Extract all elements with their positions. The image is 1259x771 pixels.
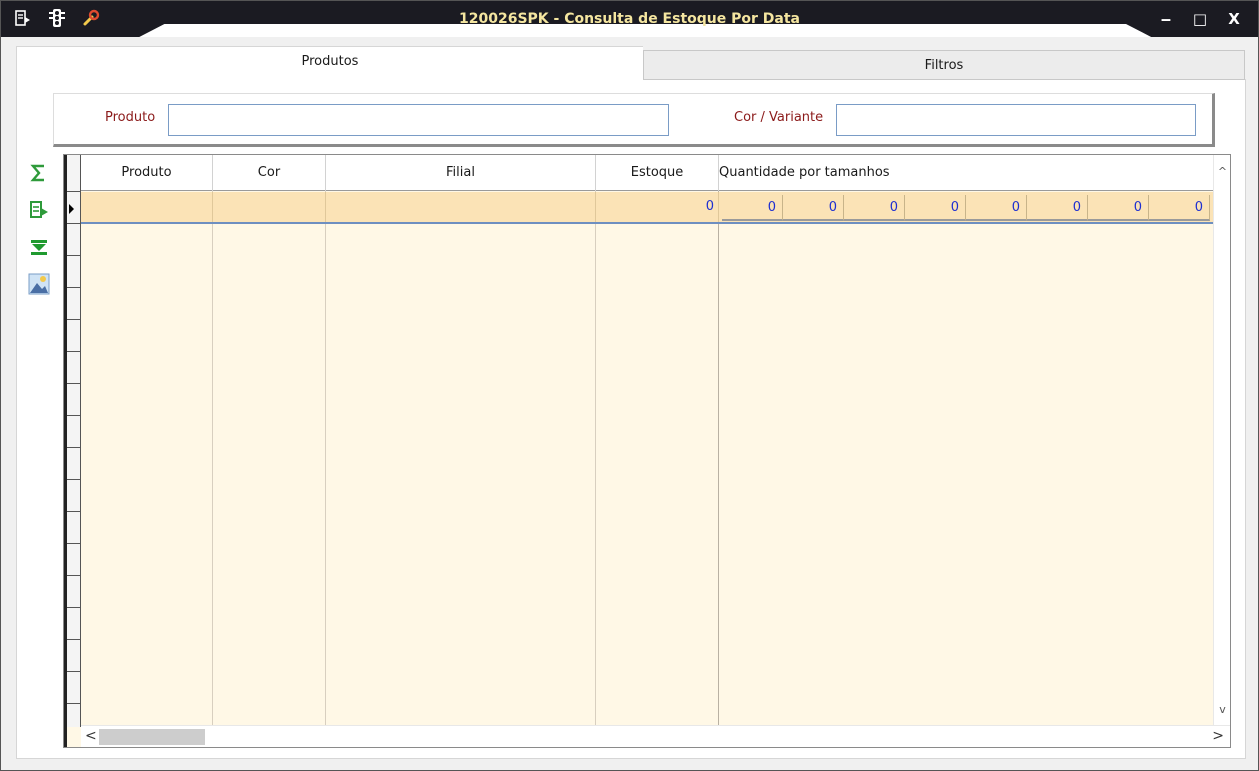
cell-produto[interactable]	[81, 192, 213, 222]
cell-size-5[interactable]: 0	[966, 195, 1027, 221]
cell-estoque[interactable]: 0	[596, 192, 719, 222]
title-bar: 120026SPK - Consulta de Estoque Por Data…	[1, 1, 1258, 37]
export-icon[interactable]	[27, 198, 51, 222]
tab-produtos[interactable]: Produtos	[16, 46, 643, 80]
expand-down-icon[interactable]	[27, 235, 51, 259]
grid-header: Produto Cor Filial Estoque Quantidade po…	[81, 155, 1214, 191]
column-header-quantidade-por-tamanhos[interactable]: Quantidade por tamanhos	[715, 155, 1165, 191]
cell-size-8[interactable]: 0	[1149, 195, 1210, 221]
column-header-estoque[interactable]: Estoque	[596, 155, 719, 191]
maximize-button[interactable]: □	[1188, 9, 1212, 29]
scroll-right-icon[interactable]: >	[1212, 728, 1224, 744]
cell-size-7[interactable]: 0	[1088, 195, 1149, 221]
cell-size-1[interactable]: 0	[722, 195, 783, 221]
tab-strip: Produtos Filtros	[16, 46, 1246, 80]
produto-label: Produto	[105, 110, 156, 125]
column-header-filial[interactable]: Filial	[326, 155, 596, 191]
close-button[interactable]: X	[1222, 9, 1246, 29]
window-title: 120026SPK - Consulta de Estoque Por Data	[459, 11, 800, 27]
cor-variante-input[interactable]	[836, 104, 1196, 136]
current-row-indicator-icon	[69, 204, 74, 214]
table-row[interactable]: 0 0 0 0 0 0 0 0 0	[81, 192, 1214, 224]
cell-size-4[interactable]: 0	[905, 195, 966, 221]
sum-icon[interactable]	[27, 161, 51, 185]
vertical-scrollbar[interactable]: ^ v	[1213, 155, 1230, 727]
produto-input[interactable]	[168, 104, 669, 136]
cell-filial[interactable]	[326, 192, 596, 222]
cell-cor[interactable]	[213, 192, 326, 222]
consulta-estoque-window: 120026SPK - Consulta de Estoque Por Data…	[0, 0, 1259, 771]
cor-variante-label: Cor / Variante	[734, 110, 824, 125]
column-header-cor[interactable]: Cor	[213, 155, 326, 191]
column-header-produto[interactable]: Produto	[81, 155, 213, 191]
scroll-up-icon[interactable]: ^	[1214, 165, 1230, 178]
image-icon[interactable]	[27, 272, 51, 296]
scroll-down-icon[interactable]: v	[1214, 703, 1230, 716]
cell-size-2[interactable]: 0	[783, 195, 844, 221]
minimize-button[interactable]: ‒	[1154, 9, 1178, 29]
cell-size-3[interactable]: 0	[844, 195, 905, 221]
stock-grid[interactable]: Produto Cor Filial Estoque Quantidade po…	[63, 154, 1231, 748]
horizontal-scrollbar[interactable]: < >	[81, 725, 1230, 747]
filter-panel: Produto Cor / Variante	[53, 93, 1215, 147]
horizontal-scroll-thumb[interactable]	[99, 729, 205, 745]
cell-size-6[interactable]: 0	[1027, 195, 1088, 221]
tab-filtros[interactable]: Filtros	[643, 50, 1245, 80]
scroll-left-icon[interactable]: <	[85, 728, 97, 744]
side-toolbar	[27, 161, 53, 309]
